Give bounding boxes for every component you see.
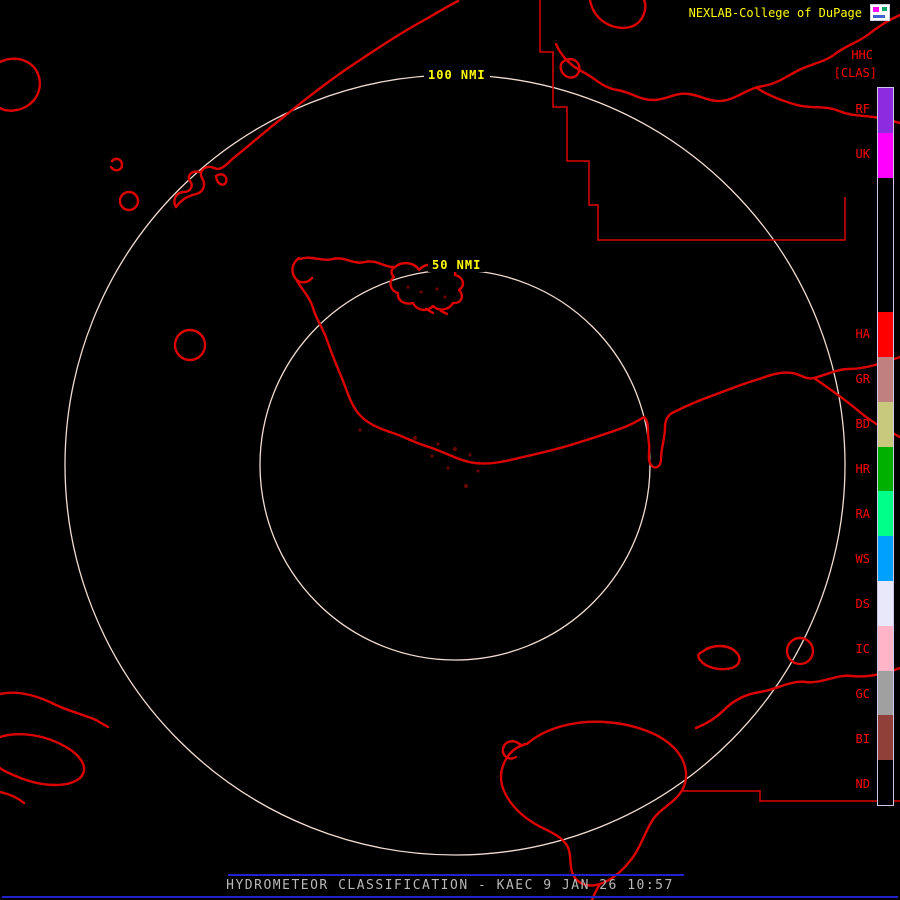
legend-label-ws: WS — [855, 551, 870, 566]
legend-segment-gc — [878, 670, 893, 716]
islet — [109, 157, 124, 172]
footer-divider-bottom — [2, 896, 898, 898]
legend-label-gc: GC — [855, 686, 870, 701]
coastline — [0, 691, 110, 729]
range-ring-label-100nmi: 100 NMI — [424, 68, 490, 82]
product-mode: [CLAS] — [833, 66, 877, 80]
radar-viewer: 100 NMI 50 NMI NEXLAB-College of DuPage … — [0, 0, 900, 900]
legend-segment-ra — [878, 491, 893, 537]
legend-label-bi: BI — [855, 731, 870, 746]
legend-label-empty — [824, 177, 870, 222]
legend-segment-gr — [878, 356, 893, 402]
legend-segment-hr — [878, 446, 893, 492]
range-ring-50nmi — [259, 269, 651, 661]
icon-block-green — [882, 7, 887, 11]
radar-map — [0, 0, 900, 900]
coastline — [298, 256, 397, 269]
legend-label-uk: UK — [855, 147, 870, 162]
legend-segment-bi — [878, 715, 893, 761]
legend-label-empty — [824, 222, 870, 267]
legend-segment-ic — [878, 625, 893, 671]
legend-segment-empty — [878, 267, 893, 313]
product-code: HHC — [851, 48, 873, 62]
islet — [0, 57, 42, 112]
legend-label-ha: HA — [855, 327, 870, 342]
legend-labels: RF UK HA GR BD HR RA WS DS IC GC BI ND — [824, 87, 870, 806]
legend-label-gr: GR — [855, 372, 870, 387]
legend-label-hr: HR — [855, 461, 870, 476]
footer-divider-top — [228, 874, 684, 876]
legend-label-rf: RF — [855, 102, 870, 117]
product-caption: HYDROMETEOR CLASSIFICATION - KAEC 9 JAN … — [226, 878, 674, 893]
legend-label-empty — [824, 267, 870, 312]
legend-color-bar — [877, 87, 894, 806]
legend-segment-ha — [878, 312, 893, 357]
islet — [0, 733, 86, 787]
islet — [118, 190, 140, 212]
legend-label-ra: RA — [855, 506, 870, 521]
legend-label-nd: ND — [855, 776, 870, 791]
islet — [697, 644, 741, 671]
islet — [173, 328, 207, 362]
image-icon — [870, 4, 890, 21]
legend-segment-uk — [878, 132, 893, 178]
island — [499, 720, 688, 887]
legend-segment-nd — [878, 760, 893, 805]
coastlines — [0, 0, 900, 900]
coastline — [174, 0, 460, 209]
legend-segment-ds — [878, 580, 893, 626]
brand-text: NEXLAB-College of DuPage — [688, 6, 862, 20]
icon-block-blue — [873, 15, 885, 18]
coastline — [588, 0, 647, 30]
legend-segment-bd — [878, 401, 893, 447]
boundary-line — [539, 0, 846, 241]
legend-label-ds: DS — [855, 596, 870, 611]
legend-segment-ws — [878, 536, 893, 581]
radar-echo-specks — [358, 285, 480, 488]
legend-segment-empty — [878, 177, 893, 223]
legend-segment-empty — [878, 222, 893, 268]
coastline — [294, 277, 646, 465]
legend-label-bd: BD — [855, 417, 870, 432]
coastline — [642, 411, 674, 469]
range-ring-label-50nmi: 50 NMI — [428, 258, 486, 272]
islet — [214, 173, 228, 186]
islet — [785, 636, 815, 666]
legend-label-ic: IC — [855, 641, 870, 656]
legend-segment-rf — [878, 88, 893, 133]
coastline — [173, 170, 201, 209]
icon-block-magenta — [873, 7, 879, 12]
coastline — [0, 790, 26, 805]
